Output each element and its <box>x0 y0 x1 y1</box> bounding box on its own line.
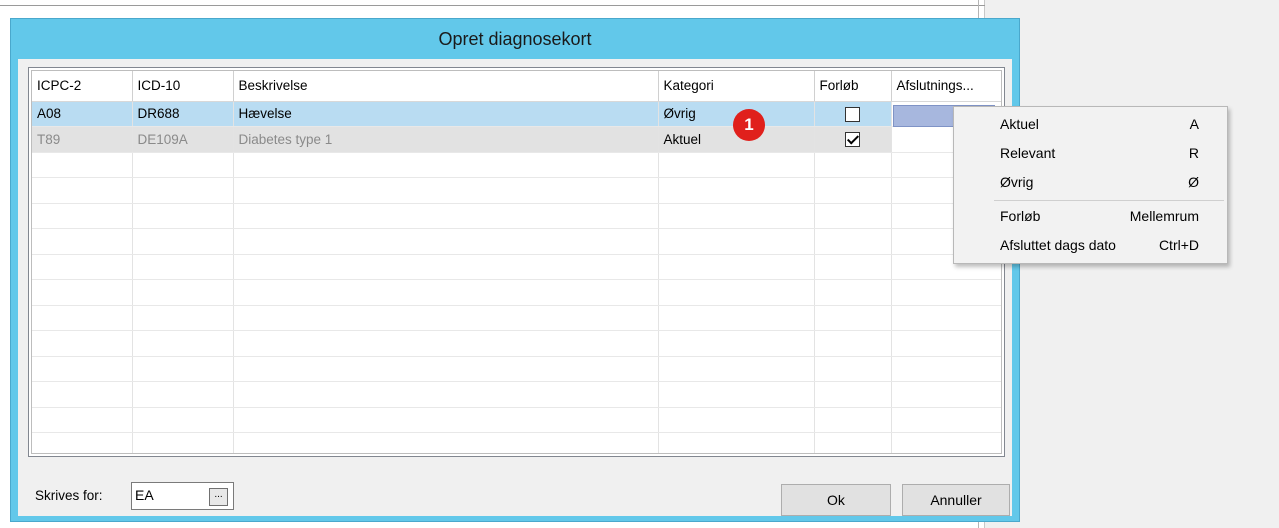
ok-button[interactable]: Ok <box>781 484 891 516</box>
empty-row <box>32 432 1001 453</box>
grid-inner: ICPC-2 ICD-10 Beskrivelse Kategori Forlø… <box>31 70 1002 454</box>
menu-item-aktuel[interactable]: Aktuel A <box>1000 110 1199 139</box>
menu-item-label: Relevant <box>1000 145 1056 161</box>
empty-row <box>32 279 1001 306</box>
dialog-title[interactable]: Opret diagnosekort <box>11 19 1019 59</box>
menu-item-end-today[interactable]: Afsluttet dags dato Ctrl+D <box>1000 231 1199 260</box>
menu-item-relevant[interactable]: Relevant R <box>1000 139 1199 168</box>
step-number-badge: 1 <box>733 109 765 141</box>
written-for-label: Skrives for: <box>35 488 103 503</box>
cell-icpc[interactable]: T89 <box>32 126 133 153</box>
empty-row <box>32 254 1001 280</box>
column-header-course[interactable]: Forløb <box>814 71 892 102</box>
menu-item-label: Øvrig <box>1000 174 1034 190</box>
menu-separator <box>994 200 1224 201</box>
empty-row <box>32 305 1001 331</box>
menu-item-ovrig[interactable]: Øvrig Ø <box>1000 168 1199 197</box>
empty-row <box>32 330 1001 357</box>
cell-icd[interactable]: DE109A <box>132 126 234 153</box>
menu-item-shortcut: Ctrl+D <box>1158 237 1199 253</box>
menu-item-forlob[interactable]: Forløb Mellemrum <box>1000 202 1199 231</box>
cell-course[interactable] <box>814 126 892 153</box>
column-header-description[interactable]: Beskrivelse <box>233 71 659 102</box>
menu-item-label: Aktuel <box>1000 116 1039 132</box>
empty-row <box>32 228 1001 255</box>
menu-item-shortcut: Ø <box>1188 174 1199 190</box>
cell-description[interactable]: Diabetes type 1 <box>233 126 659 153</box>
menu-item-shortcut: Mellemrum <box>1129 208 1199 224</box>
column-header-category[interactable]: Kategori <box>658 71 815 102</box>
browse-button[interactable]: ... <box>209 488 228 506</box>
cell-course[interactable] <box>814 101 892 127</box>
course-checkbox[interactable] <box>845 106 860 122</box>
empty-row <box>32 203 1001 229</box>
table-row[interactable]: T89 DE109A Diabetes type 1 Aktuel <box>32 126 1001 153</box>
empty-row <box>32 381 1001 408</box>
table-row[interactable]: A08 DR688 Hævelse Øvrig <box>32 101 1001 127</box>
column-header-end-date[interactable]: Afslutnings... <box>891 71 1001 102</box>
context-menu: Aktuel A Relevant R Øvrig Ø Forløb Melle… <box>953 106 1228 264</box>
cell-icpc[interactable]: A08 <box>32 101 133 127</box>
empty-row <box>32 177 1001 204</box>
empty-row <box>32 152 1001 178</box>
dialog-client-area: ICPC-2 ICD-10 Beskrivelse Kategori Forlø… <box>18 59 1012 516</box>
column-header-icpc[interactable]: ICPC-2 <box>32 71 133 102</box>
menu-item-shortcut: R <box>1188 145 1199 161</box>
empty-row <box>32 356 1001 382</box>
diagnosis-dialog: Opret diagnosekort ICPC-2 ICD-10 Beskriv… <box>10 18 1020 522</box>
cell-description[interactable]: Hævelse <box>233 101 659 127</box>
course-checkbox-checked[interactable] <box>845 132 860 148</box>
background-divider <box>0 5 985 6</box>
menu-item-label: Afsluttet dags dato <box>1000 237 1116 253</box>
empty-row <box>32 407 1001 433</box>
diagnosis-table: ICPC-2 ICD-10 Beskrivelse Kategori Forlø… <box>32 71 1001 453</box>
cell-icd[interactable]: DR688 <box>132 101 234 127</box>
header-row: ICPC-2 ICD-10 Beskrivelse Kategori Forlø… <box>32 71 1001 102</box>
column-header-icd[interactable]: ICD-10 <box>132 71 234 102</box>
cancel-button[interactable]: Annuller <box>902 484 1010 516</box>
menu-item-label: Forløb <box>1000 208 1041 224</box>
diagnosis-grid[interactable]: ICPC-2 ICD-10 Beskrivelse Kategori Forlø… <box>28 67 1005 457</box>
menu-item-shortcut: A <box>1189 116 1199 132</box>
